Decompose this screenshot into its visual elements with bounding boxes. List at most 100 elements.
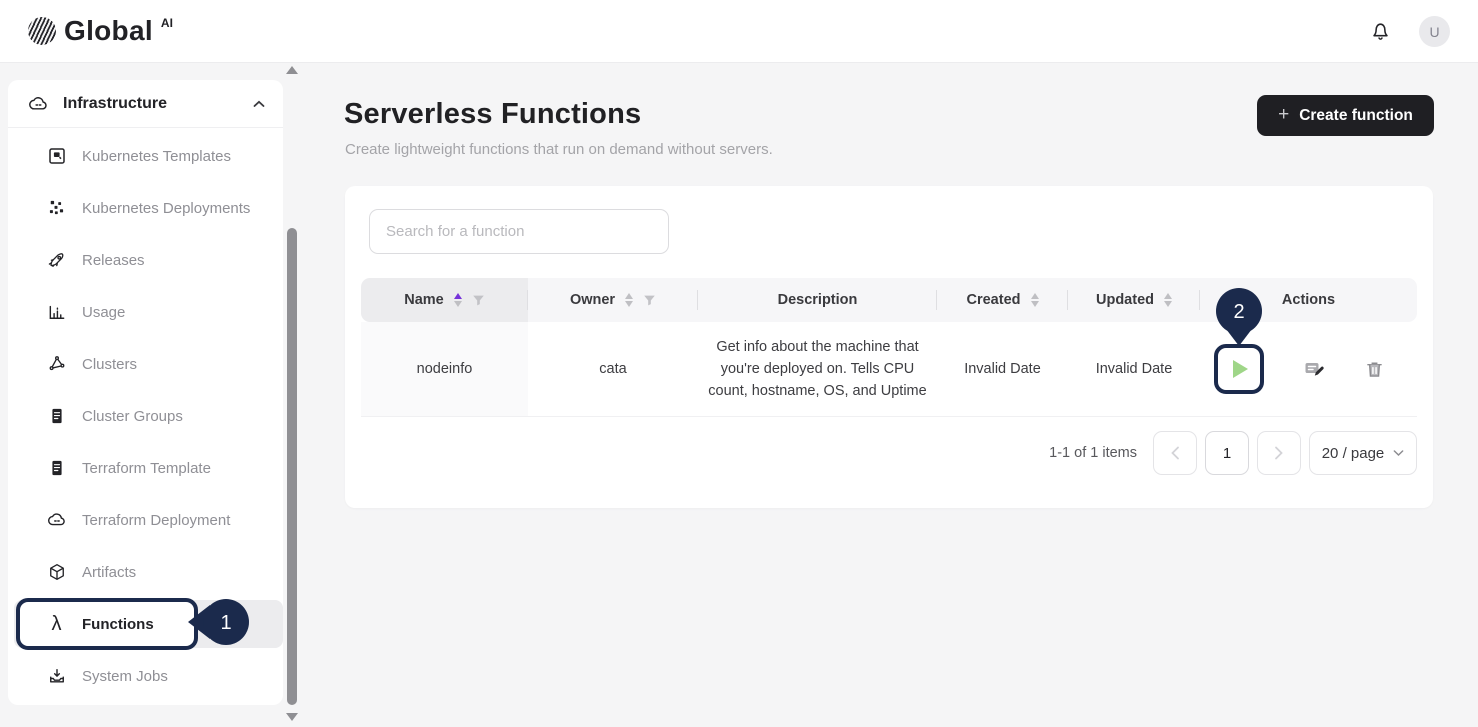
logo-superscript: AI bbox=[161, 16, 173, 30]
sidebar-item-releases[interactable]: Releases bbox=[8, 234, 283, 286]
annotation-step-2-badge: 2 bbox=[1216, 288, 1262, 347]
create-function-label: Create function bbox=[1299, 107, 1413, 125]
sort-caret-up-icon[interactable] bbox=[454, 293, 462, 299]
sidebar-item-label: Usage bbox=[82, 304, 125, 321]
kubernetes-templates-icon bbox=[46, 146, 67, 167]
pagination-next-button[interactable] bbox=[1257, 431, 1301, 475]
annotation-step-1-number: 1 bbox=[220, 612, 231, 634]
sidebar-item-kubernetes-templates[interactable]: Kubernetes Templates bbox=[8, 130, 283, 182]
system-jobs-icon bbox=[46, 666, 67, 687]
column-label: Updated bbox=[1096, 292, 1154, 308]
sidebar-item-kubernetes-deployments[interactable]: Kubernetes Deployments bbox=[8, 182, 283, 234]
sidebar-item-artifacts[interactable]: Artifacts bbox=[8, 546, 283, 598]
sidebar-item-cluster-groups[interactable]: Cluster Groups bbox=[8, 390, 283, 442]
column-label: Description bbox=[778, 292, 858, 308]
scrollbar-up-arrow[interactable] bbox=[286, 66, 298, 74]
sorter[interactable] bbox=[625, 293, 633, 307]
edit-function-button[interactable] bbox=[1302, 357, 1326, 381]
app-window: Global AI U Infrastructure bbox=[0, 0, 1478, 727]
cell-name: nodeinfo bbox=[361, 322, 528, 416]
pagination: 1-1 of 1 items 1 20 / page bbox=[1049, 431, 1417, 475]
column-label: Created bbox=[967, 292, 1021, 308]
user-avatar[interactable]: U bbox=[1419, 16, 1450, 47]
scrollbar-thumb[interactable] bbox=[287, 228, 297, 705]
logo-text: Global bbox=[64, 13, 153, 49]
cell-updated: Invalid Date bbox=[1068, 322, 1200, 416]
sidebar-item-terraform-template[interactable]: Terraform Template bbox=[8, 442, 283, 494]
sort-caret-up-icon[interactable] bbox=[1031, 293, 1039, 299]
sort-caret-down-icon[interactable] bbox=[1164, 301, 1172, 307]
scrollbar-down-arrow[interactable] bbox=[286, 713, 298, 721]
functions-table-card: Name Owner bbox=[345, 186, 1433, 508]
sort-caret-up-icon[interactable] bbox=[625, 293, 633, 299]
column-label: Name bbox=[404, 292, 444, 308]
sidebar-item-usage[interactable]: Usage bbox=[8, 286, 283, 338]
sidebar-item-clusters[interactable]: Clusters bbox=[8, 338, 283, 390]
lambda-icon: λ bbox=[46, 614, 67, 635]
filter-icon[interactable] bbox=[472, 294, 485, 307]
page-size-select[interactable]: 20 / page bbox=[1309, 431, 1417, 475]
sidebar-item-label: Clusters bbox=[82, 356, 137, 373]
cell-owner: cata bbox=[528, 322, 698, 416]
bar-chart-icon bbox=[46, 302, 67, 323]
pagination-page-1-button[interactable]: 1 bbox=[1205, 431, 1249, 475]
topbar-actions: U bbox=[1367, 0, 1450, 63]
sidebar-item-label: Releases bbox=[82, 252, 145, 269]
column-label: Actions bbox=[1282, 292, 1335, 308]
sidebar-item-system-jobs[interactable]: System Jobs bbox=[8, 650, 283, 702]
document-icon bbox=[46, 406, 67, 427]
cell-description: Get info about the machine that you're d… bbox=[698, 322, 937, 416]
sorter[interactable] bbox=[1031, 293, 1039, 307]
sidebar-item-label: System Jobs bbox=[82, 668, 168, 685]
page-subtitle: Create lightweight functions that run on… bbox=[345, 141, 773, 158]
cell-created: Invalid Date bbox=[937, 322, 1068, 416]
cloud-icon bbox=[46, 510, 67, 531]
avatar-initial: U bbox=[1429, 24, 1439, 40]
rocket-icon bbox=[46, 250, 67, 271]
sort-caret-down-icon[interactable] bbox=[454, 301, 462, 307]
sorter[interactable] bbox=[1164, 293, 1172, 307]
search-input[interactable] bbox=[369, 209, 669, 254]
kubernetes-deployments-icon bbox=[46, 198, 67, 219]
sidebar-section-label: Infrastructure bbox=[63, 95, 239, 113]
chevron-up-icon[interactable] bbox=[253, 95, 265, 113]
column-header-description: Description bbox=[698, 278, 937, 322]
sidebar-item-label: Terraform Deployment bbox=[82, 512, 230, 529]
top-header: Global AI U bbox=[0, 0, 1478, 63]
document-icon bbox=[46, 458, 67, 479]
sidebar-item-label: Terraform Template bbox=[82, 460, 211, 477]
sidebar-section-infrastructure[interactable]: Infrastructure bbox=[8, 80, 283, 127]
sort-caret-up-icon[interactable] bbox=[1164, 293, 1172, 299]
description-text: Get info about the machine that you're d… bbox=[698, 336, 937, 402]
app-logo[interactable]: Global AI bbox=[28, 13, 173, 49]
sorter[interactable] bbox=[454, 293, 462, 307]
sidebar-item-label: Kubernetes Deployments bbox=[82, 200, 250, 217]
page-size-value: 20 / page bbox=[1322, 445, 1385, 462]
sidebar-item-label: Functions bbox=[82, 616, 154, 633]
create-function-button[interactable]: + Create function bbox=[1257, 95, 1434, 136]
run-function-button[interactable] bbox=[1214, 344, 1264, 394]
column-header-created[interactable]: Created bbox=[937, 278, 1068, 322]
functions-highlight-box[interactable]: λ Functions bbox=[16, 598, 198, 650]
pagination-prev-button[interactable] bbox=[1153, 431, 1197, 475]
column-header-name[interactable]: Name bbox=[361, 278, 528, 322]
cluster-network-icon bbox=[46, 354, 67, 375]
sort-caret-down-icon[interactable] bbox=[625, 301, 633, 307]
sidebar-item-label: Cluster Groups bbox=[82, 408, 183, 425]
column-header-updated[interactable]: Updated bbox=[1068, 278, 1200, 322]
filter-icon[interactable] bbox=[643, 294, 656, 307]
plus-icon: + bbox=[1278, 104, 1289, 126]
column-label: Owner bbox=[570, 292, 615, 308]
pagination-summary: 1-1 of 1 items bbox=[1049, 445, 1137, 461]
chevron-down-icon bbox=[1393, 449, 1404, 457]
column-header-owner[interactable]: Owner bbox=[528, 278, 698, 322]
delete-function-button[interactable] bbox=[1364, 359, 1385, 380]
sidebar-item-label: Artifacts bbox=[82, 564, 136, 581]
annotation-step-2-number: 2 bbox=[1233, 301, 1244, 323]
sort-caret-down-icon[interactable] bbox=[1031, 301, 1039, 307]
sidebar-item-terraform-deployment[interactable]: Terraform Deployment bbox=[8, 494, 283, 546]
play-icon bbox=[1233, 360, 1248, 378]
globe-sphere-icon bbox=[28, 17, 56, 45]
notifications-bell-icon[interactable] bbox=[1367, 19, 1393, 45]
cloud-icon bbox=[28, 93, 49, 114]
